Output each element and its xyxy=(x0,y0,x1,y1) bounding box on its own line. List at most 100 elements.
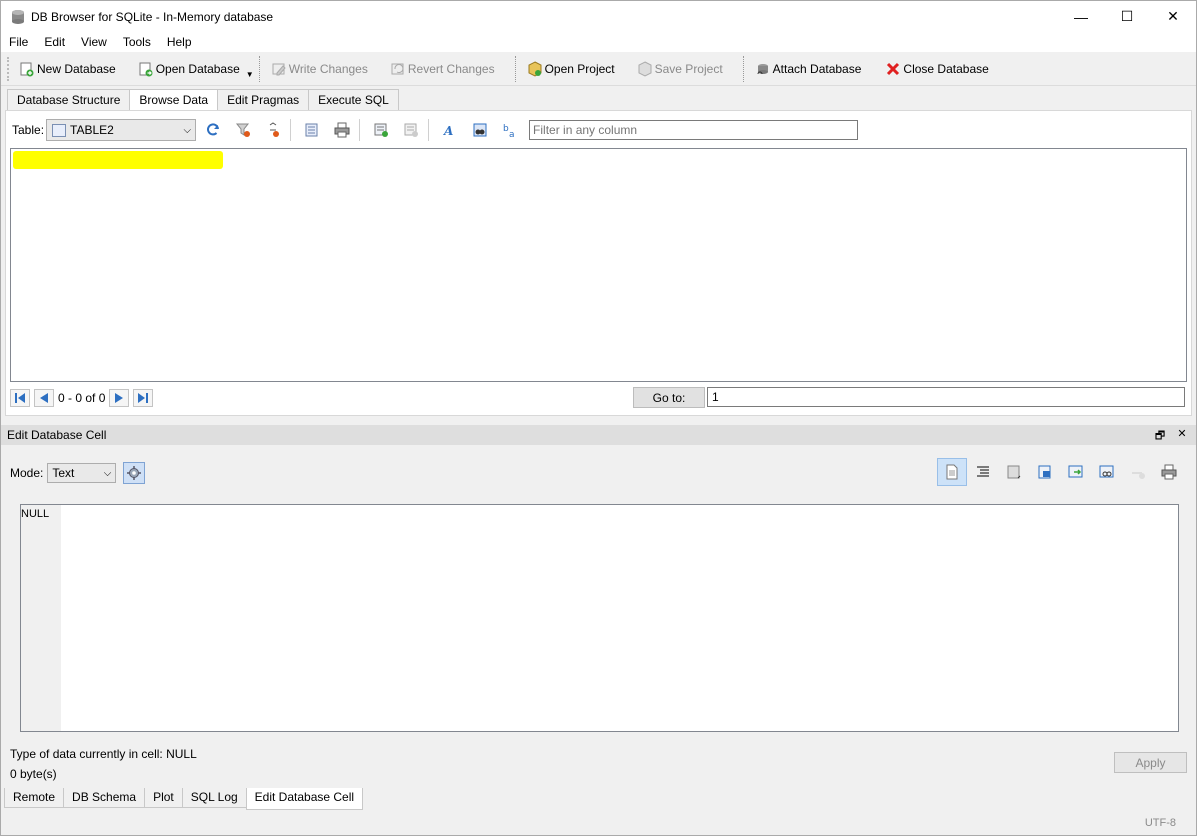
record-navigation: 0 - 0 of 0 Go to: 1 xyxy=(6,387,1191,409)
tab-database-structure[interactable]: Database Structure xyxy=(7,89,131,110)
open-database-button[interactable]: Open Database xyxy=(132,56,246,82)
maximize-button[interactable]: ☐ xyxy=(1104,1,1150,32)
minimize-button[interactable]: — xyxy=(1058,1,1104,32)
sort-button[interactable] xyxy=(260,119,286,141)
tab-browse-data[interactable]: Browse Data xyxy=(129,89,219,111)
write-changes-label: Write Changes xyxy=(288,61,368,76)
data-grid[interactable] xyxy=(10,148,1187,382)
close-database-label: Close Database xyxy=(903,61,989,76)
delete-record-button[interactable] xyxy=(398,119,424,141)
print-button[interactable] xyxy=(329,119,355,141)
erase-button[interactable] xyxy=(1123,458,1153,486)
mode-select[interactable]: Text ⌵ xyxy=(47,463,117,483)
find-replace-icon: ba xyxy=(503,124,515,138)
apply-button[interactable]: Apply xyxy=(1114,752,1187,773)
close-database-icon xyxy=(887,62,900,75)
table-select-value: TABLE2 xyxy=(70,123,114,137)
link-button[interactable] xyxy=(1092,458,1122,486)
tab-sql-log[interactable]: SQL Log xyxy=(181,788,247,808)
tab-execute-sql[interactable]: Execute SQL xyxy=(308,89,399,110)
last-record-button[interactable] xyxy=(133,389,154,407)
insert-record-button[interactable] xyxy=(368,119,394,141)
find-replace-button[interactable]: ba xyxy=(497,119,523,141)
write-changes-button[interactable]: Write Changes xyxy=(265,56,374,82)
auto-format-button[interactable] xyxy=(123,462,146,484)
link-icon xyxy=(1099,465,1114,478)
dock-title-text: Edit Database Cell xyxy=(7,428,107,442)
attach-database-button[interactable]: Attach Database xyxy=(749,56,868,82)
close-window-button[interactable]: ✕ xyxy=(1150,1,1196,32)
browse-toolbar: Table: TABLE2 ⌵ A b a Filter in any colu… xyxy=(6,117,1191,143)
new-database-button[interactable]: New Database xyxy=(13,56,122,82)
database-app-icon xyxy=(12,9,24,24)
record-count: 0 - 0 of 0 xyxy=(58,391,106,405)
next-record-button[interactable] xyxy=(109,389,130,407)
set-null-button[interactable] xyxy=(1061,458,1091,486)
main-tabs: Database Structure Browse Data Edit Prag… xyxy=(7,89,399,111)
cell-editor-tools xyxy=(936,458,1184,486)
svg-text:A: A xyxy=(443,124,453,138)
tab-plot[interactable]: Plot xyxy=(144,788,183,808)
revert-changes-button[interactable]: Revert Changes xyxy=(384,56,501,82)
separator xyxy=(359,119,361,141)
sort-icon xyxy=(269,122,280,137)
clear-filters-button[interactable] xyxy=(230,119,256,141)
menu-bar: File Edit View Tools Help xyxy=(1,32,1196,52)
goto-input[interactable]: 1 xyxy=(707,387,1185,407)
apply-arrow-icon xyxy=(1068,465,1083,478)
export-button[interactable] xyxy=(1030,458,1060,486)
import-button[interactable] xyxy=(999,458,1029,486)
open-database-label: Open Database xyxy=(155,61,240,76)
svg-text:a: a xyxy=(509,130,515,138)
print-cell-button[interactable] xyxy=(1154,458,1184,486)
first-record-button[interactable] xyxy=(10,389,30,407)
print-icon xyxy=(1161,464,1177,480)
find-button[interactable]: A xyxy=(437,119,463,141)
title-bar: DB Browser for SQLite - In-Memory databa… xyxy=(1,1,1196,32)
toolbar-separator xyxy=(514,55,516,82)
tab-remote[interactable]: Remote xyxy=(4,788,65,808)
cell-text-editor[interactable]: NULL xyxy=(20,504,1179,732)
skip-last-icon xyxy=(138,393,149,403)
window-title: DB Browser for SQLite - In-Memory databa… xyxy=(31,9,274,24)
filter-input[interactable] xyxy=(529,120,859,140)
mode-select-value: Text xyxy=(52,466,75,480)
revert-changes-label: Revert Changes xyxy=(407,61,495,76)
close-dock-icon[interactable]: ✕ xyxy=(1174,427,1190,443)
new-database-icon xyxy=(20,62,34,76)
browse-data-pane: Table: TABLE2 ⌵ A b a Filter in any colu… xyxy=(5,110,1192,416)
tab-db-schema[interactable]: DB Schema xyxy=(63,788,146,808)
print-icon xyxy=(334,122,350,138)
save-project-button[interactable]: Save Project xyxy=(631,56,729,82)
menu-view[interactable]: View xyxy=(73,32,115,52)
tab-edit-pragmas[interactable]: Edit Pragmas xyxy=(217,89,310,110)
menu-help[interactable]: Help xyxy=(159,32,200,52)
save-table-button[interactable] xyxy=(299,119,325,141)
clear-filter-icon xyxy=(235,123,251,137)
cell-size-info: 0 byte(s) xyxy=(10,767,57,781)
tab-edit-database-cell[interactable]: Edit Database Cell xyxy=(245,788,364,810)
toolbar-grip[interactable] xyxy=(7,56,10,81)
table-select[interactable]: TABLE2 ⌵ xyxy=(46,119,197,141)
next-icon xyxy=(115,393,124,403)
status-bar: UTF-8 xyxy=(1,813,1196,835)
close-database-button[interactable]: Close Database xyxy=(879,56,994,82)
encoding-label: UTF-8 xyxy=(1144,817,1176,829)
menu-tools[interactable]: Tools xyxy=(115,32,159,52)
write-changes-icon xyxy=(272,63,286,75)
menu-edit[interactable]: Edit xyxy=(36,32,73,52)
refresh-icon xyxy=(207,123,220,136)
open-project-button[interactable]: Open Project xyxy=(521,56,621,82)
menu-file[interactable]: File xyxy=(1,32,36,52)
word-wrap-button[interactable] xyxy=(937,458,967,486)
find-binoculars-button[interactable] xyxy=(467,119,493,141)
delete-record-icon xyxy=(404,123,419,137)
goto-button[interactable]: Go to: xyxy=(633,387,705,408)
save-project-label: Save Project xyxy=(654,61,723,76)
open-project-icon xyxy=(528,60,542,77)
float-dock-icon[interactable]: 🗗 xyxy=(1152,427,1168,443)
open-database-dropdown-icon[interactable]: ▼ xyxy=(246,70,254,79)
previous-record-button[interactable] xyxy=(34,389,54,407)
indent-button[interactable] xyxy=(968,458,998,486)
refresh-button[interactable] xyxy=(200,119,226,141)
